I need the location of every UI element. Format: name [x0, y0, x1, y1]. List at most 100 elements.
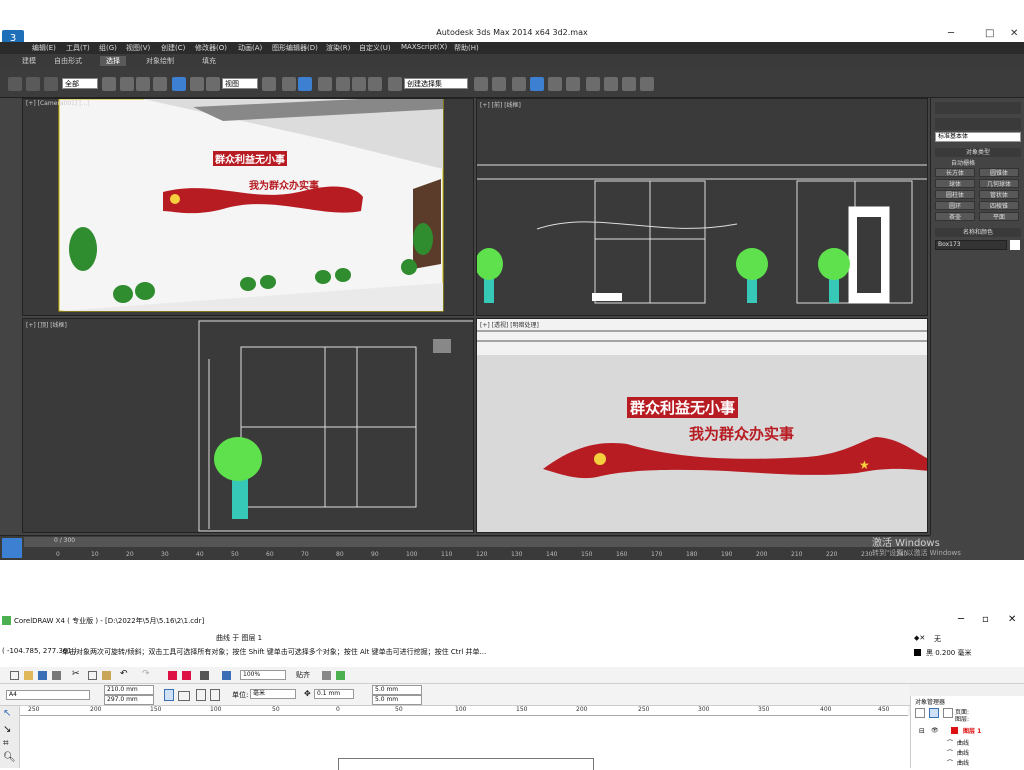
app-launcher-icon[interactable] — [200, 671, 209, 680]
all-pages-icon[interactable] — [196, 689, 206, 701]
move-icon[interactable] — [172, 77, 186, 91]
viewport-perspective[interactable]: [+] [透视] [明暗处理] ★ 群众利益无小事 我为群众办实事 — [476, 318, 928, 533]
menu-create[interactable]: 创建(C) — [161, 43, 185, 53]
autogrid-checkbox[interactable]: 自动栅格 — [951, 158, 975, 167]
object-color-swatch[interactable] — [1010, 240, 1020, 250]
nudge-distance-field[interactable]: 0.1 mm — [314, 689, 354, 699]
menu-rendering[interactable]: 渲染(R) — [326, 43, 350, 53]
snap-to-dropdown[interactable]: 贴齐 — [296, 670, 310, 680]
object-name-field[interactable]: Box173 — [935, 240, 1007, 250]
export-icon[interactable] — [182, 671, 191, 680]
copy-icon[interactable] — [88, 671, 97, 680]
maximize-icon[interactable]: □ — [985, 28, 994, 39]
options-icon[interactable] — [322, 671, 331, 680]
duplicate-y-field[interactable]: 5.0 mm — [372, 695, 422, 705]
landscape-icon[interactable] — [178, 691, 190, 701]
units-dropdown[interactable]: 毫米 — [250, 689, 296, 699]
cut-icon[interactable]: ✂ — [72, 669, 80, 679]
page-height-field[interactable]: 297.0 mm — [104, 695, 154, 705]
viewport-front[interactable]: [+] [前] [线框] — [476, 98, 928, 316]
tab-freeform[interactable]: 自由形式 — [48, 56, 88, 66]
align-icon[interactable] — [492, 77, 506, 91]
render-production-icon[interactable] — [640, 77, 654, 91]
material-editor-icon[interactable] — [586, 77, 600, 91]
pick-tool-icon[interactable]: ↖ — [3, 708, 11, 719]
keyboard-shortcut-override-icon[interactable] — [298, 77, 312, 91]
viewport-camera[interactable]: [+] [Camera001] [...] 群众利益无小事 我为群众办实事 — [22, 98, 474, 316]
menu-help[interactable]: 帮助(H) — [454, 43, 479, 53]
object-type-header[interactable]: 对象类型 — [935, 148, 1021, 157]
portrait-icon[interactable] — [164, 689, 174, 701]
edit-across-layers-icon[interactable] — [929, 708, 939, 718]
window-crossing-icon[interactable] — [153, 77, 167, 91]
create-category-icons[interactable] — [935, 118, 1021, 130]
show-properties-icon[interactable] — [915, 708, 925, 718]
menu-graph-editors[interactable]: 图形编辑器(D) — [272, 43, 318, 53]
curve-editor-icon[interactable] — [548, 77, 562, 91]
menu-view[interactable]: 视图(V) — [126, 43, 150, 53]
menu-animation[interactable]: 动画(A) — [238, 43, 262, 53]
time-slider[interactable]: 0 / 300 — [24, 537, 930, 547]
page-size-dropdown[interactable]: A4 — [6, 690, 90, 700]
layer-manager-icon[interactable] — [512, 77, 526, 91]
tab-populate[interactable]: 填充 — [196, 56, 222, 66]
zoom-tool-icon[interactable]: 🔍︎ — [3, 752, 16, 763]
pivot-center-icon[interactable] — [262, 77, 276, 91]
corel-connect-icon[interactable] — [336, 671, 345, 680]
minimize-icon[interactable]: ─ — [948, 28, 954, 39]
cdr-app-icon[interactable] — [2, 616, 11, 625]
layer-manager-view-icon[interactable] — [943, 708, 953, 718]
render-setup-icon[interactable] — [604, 77, 618, 91]
open-icon[interactable] — [24, 671, 33, 680]
tab-selection[interactable]: 选择 — [100, 56, 126, 66]
tube-button[interactable]: 管状体 — [979, 190, 1019, 199]
mirror-icon[interactable] — [474, 77, 488, 91]
undo-icon[interactable]: ↶ — [120, 669, 128, 679]
bind-space-warp-icon[interactable] — [44, 77, 58, 91]
menu-modifiers[interactable]: 修改器(O) — [195, 43, 227, 53]
link-icon[interactable] — [8, 77, 22, 91]
plane-button[interactable]: 平面 — [979, 212, 1019, 221]
select-object-icon[interactable] — [102, 77, 116, 91]
name-color-header[interactable]: 名称和颜色 — [935, 228, 1021, 237]
command-panel-tabs[interactable] — [935, 102, 1021, 114]
expand-icon[interactable]: ⊟ — [919, 727, 925, 735]
teapot-button[interactable]: 茶壶 — [935, 212, 975, 221]
object-item[interactable]: 曲线 — [957, 758, 969, 767]
cdr-close-icon[interactable]: ✕ — [1008, 614, 1016, 625]
snaps-toggle-icon[interactable] — [318, 77, 332, 91]
select-manipulate-icon[interactable] — [282, 77, 296, 91]
schematic-view-icon[interactable] — [566, 77, 580, 91]
object-item[interactable]: 曲线 — [957, 748, 969, 757]
unlink-icon[interactable] — [26, 77, 40, 91]
shape-tool-icon[interactable]: ↘ — [3, 724, 11, 735]
layer-1-item[interactable]: 图层 1 — [963, 726, 981, 735]
maxscript-listener-icon[interactable] — [2, 538, 22, 558]
tab-object-paint[interactable]: 对象绘制 — [140, 56, 180, 66]
named-selection-dropdown[interactable]: 创建选择集 — [404, 78, 468, 89]
pyramid-button[interactable]: 四棱锥 — [979, 201, 1019, 210]
menu-edit[interactable]: 编辑(E) — [32, 43, 56, 53]
redo-icon[interactable]: ↷ — [142, 669, 150, 679]
selection-filter-dropdown[interactable]: 全部 — [62, 78, 98, 89]
cone-button[interactable]: 圆锥体 — [979, 168, 1019, 177]
print-icon[interactable] — [52, 671, 61, 680]
sphere-button[interactable]: 球体 — [935, 179, 975, 188]
reference-coord-dropdown[interactable]: 视图 — [222, 78, 258, 89]
object-item[interactable]: 曲线 — [957, 738, 969, 747]
box-button[interactable]: 长方体 — [935, 168, 975, 177]
rendered-frame-window-icon[interactable] — [622, 77, 636, 91]
save-icon[interactable] — [38, 671, 47, 680]
menu-tools[interactable]: 工具(T) — [66, 43, 90, 53]
select-by-name-icon[interactable] — [120, 77, 134, 91]
viewport-top[interactable]: [+] [顶] [线框] — [22, 318, 474, 533]
rect-selection-icon[interactable] — [136, 77, 150, 91]
cdr-minimize-icon[interactable]: ─ — [958, 614, 964, 625]
duplicate-x-field[interactable]: 5.0 mm — [372, 685, 422, 695]
menu-group[interactable]: 组(G) — [99, 43, 117, 53]
menu-maxscript[interactable]: MAXScript(X) — [401, 43, 447, 51]
cylinder-button[interactable]: 圆柱体 — [935, 190, 975, 199]
angle-snap-icon[interactable] — [336, 77, 350, 91]
cdr-restore-icon[interactable]: ▫ — [982, 614, 989, 625]
scale-icon[interactable] — [206, 77, 220, 91]
